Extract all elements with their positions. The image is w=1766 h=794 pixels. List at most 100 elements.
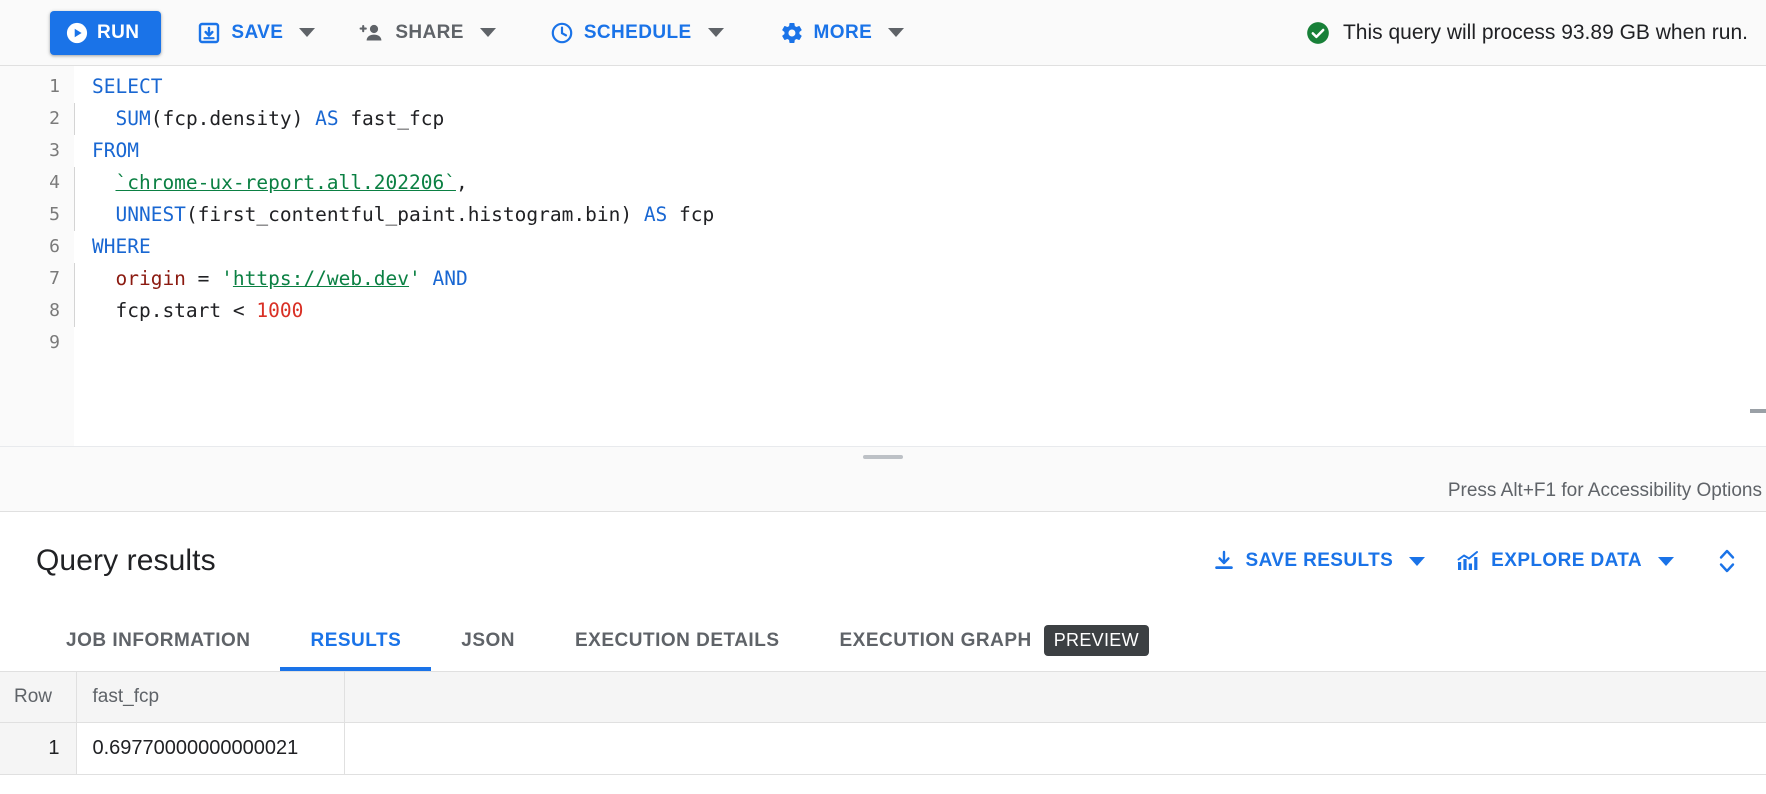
tab-results[interactable]: RESULTS <box>280 610 432 671</box>
tab-label: RESULTS <box>310 629 402 651</box>
sql-token: fast_fcp <box>338 107 445 130</box>
sql-token: UNNEST <box>115 203 186 226</box>
sql-line[interactable]: FROM <box>74 135 1766 167</box>
line-number: 7 <box>49 268 60 289</box>
sql-editor[interactable]: 1 2 3 4 5 6 7 8 9 SELECT SUM(fcp.density) AS fas… <box>0 66 1766 470</box>
sql-line[interactable]: SELECT <box>74 71 1766 103</box>
line-number: 1 <box>49 76 60 97</box>
sql-token: (fcp.density) <box>150 107 316 130</box>
tab-job-information[interactable]: JOB INFORMATION <box>36 610 280 671</box>
accessibility-hint-text: Press Alt+F1 for Accessibility Options <box>1447 479 1762 501</box>
explore-data-button[interactable]: EXPLORE DATA <box>1451 543 1678 579</box>
sql-token: `chrome-ux-report.all.202206` <box>115 171 456 194</box>
line-number-gutter: 1 2 3 4 5 6 7 8 9 <box>0 66 74 470</box>
more-button[interactable]: MORE <box>770 11 915 55</box>
save-button-label: SAVE <box>231 21 284 43</box>
sql-token: https://web.dev <box>232 267 410 290</box>
results-table-head: Row fast_fcp <box>0 672 1766 723</box>
validator-text: This query will process 93.89 GB when ru… <box>1342 20 1748 44</box>
sql-token: SUM <box>115 107 151 130</box>
bigquery-console: RUN SAVE SHARE SCHEDULE MORE This query … <box>0 0 1766 794</box>
more-button-label: MORE <box>813 21 873 43</box>
chevron-down-icon[interactable] <box>479 28 496 37</box>
sql-token: , <box>455 171 468 194</box>
chevron-down-icon[interactable] <box>1409 556 1426 566</box>
sql-token: fcp <box>667 203 715 226</box>
sql-token: = <box>185 267 222 290</box>
check-circle-icon <box>1305 20 1331 46</box>
resize-grip <box>863 455 903 459</box>
results-tabs: JOB INFORMATION RESULTS JSON EXECUTION DETA… <box>0 610 1766 672</box>
sql-line[interactable]: WHERE <box>74 231 1766 263</box>
results-table-body: 1 0.69770000000000021 <box>0 722 1766 775</box>
table-header-row: Row fast_fcp <box>0 672 1766 723</box>
sql-line[interactable]: `chrome-ux-report.all.202206`, <box>74 167 1766 199</box>
sql-token: 1000 <box>256 299 304 322</box>
column-header[interactable] <box>344 672 1766 723</box>
chevron-down-icon[interactable] <box>299 28 316 37</box>
run-button[interactable]: RUN <box>50 10 162 55</box>
query-toolbar: RUN SAVE SHARE SCHEDULE MORE This query … <box>0 0 1766 66</box>
tab-execution-details[interactable]: EXECUTION DETAILS <box>545 610 810 671</box>
save-results-button[interactable]: SAVE RESULTS <box>1208 543 1430 579</box>
tab-label: EXECUTION GRAPH <box>839 629 1032 651</box>
chevron-down-icon[interactable] <box>1658 556 1674 566</box>
sql-token: (first_contentful_paint.histogram.bin) <box>185 203 644 226</box>
sql-line[interactable]: origin = 'https://web.dev' AND <box>74 263 1766 295</box>
play-icon <box>66 22 88 44</box>
sql-token: WHERE <box>92 235 151 258</box>
download-icon <box>1212 549 1236 573</box>
sql-token: FROM <box>92 139 139 162</box>
chart-icon <box>1455 549 1481 573</box>
accessibility-hint-bar: Press Alt+F1 for Accessibility Options <box>0 470 1766 512</box>
explore-data-label: EXPLORE DATA <box>1491 550 1642 571</box>
line-number: 9 <box>49 332 60 353</box>
sql-token: SELECT <box>92 75 163 98</box>
tab-label: JSON <box>461 629 515 651</box>
tab-execution-graph[interactable]: EXECUTION GRAPH PREVIEW <box>810 610 1179 671</box>
save-results-label: SAVE RESULTS <box>1245 550 1394 571</box>
results-header: Query results SAVE RESULTS EXPLORE DATA <box>0 512 1766 610</box>
sql-line[interactable] <box>74 327 1766 359</box>
sql-line[interactable]: SUM(fcp.density) AS fast_fcp <box>74 103 1766 135</box>
chevron-down-icon[interactable] <box>888 28 905 37</box>
schedule-button[interactable]: SCHEDULE <box>540 11 734 55</box>
tab-json[interactable]: JSON <box>431 610 545 671</box>
sql-token: AS <box>643 203 668 226</box>
sql-code-area[interactable]: SELECT SUM(fcp.density) AS fast_fcp FROM … <box>74 66 1766 470</box>
results-actions: SAVE RESULTS EXPLORE DATA <box>1208 540 1753 582</box>
sql-line[interactable]: fcp.start < 1000 <box>74 295 1766 327</box>
preview-badge: PREVIEW <box>1043 625 1149 656</box>
run-button-label: RUN <box>97 21 140 43</box>
editor-resize-handle[interactable] <box>0 446 1766 470</box>
expand-collapse-button[interactable] <box>1700 540 1752 582</box>
query-validator: This query will process 93.89 GB when ru… <box>1305 20 1752 46</box>
editor-scrollbar[interactable] <box>1750 409 1766 413</box>
save-button[interactable]: SAVE <box>187 11 325 55</box>
gear-icon <box>780 21 804 45</box>
line-number: 6 <box>49 236 60 257</box>
schedule-button-label: SCHEDULE <box>583 21 692 43</box>
sql-token: AND <box>432 267 468 290</box>
sql-line[interactable]: UNNEST(first_contentful_paint.histogram.… <box>74 199 1766 231</box>
chevron-down-icon[interactable] <box>707 28 724 37</box>
column-header[interactable]: Row <box>0 672 77 723</box>
column-header[interactable]: fast_fcp <box>76 672 345 723</box>
results-table: Row fast_fcp 1 0.69770000000000021 <box>0 672 1766 775</box>
save-icon <box>197 21 221 45</box>
table-row[interactable]: 1 0.69770000000000021 <box>0 722 1766 775</box>
table-cell <box>344 722 1766 775</box>
sql-token: ' <box>409 267 421 290</box>
row-number-cell: 1 <box>0 722 77 775</box>
sql-token: AS <box>315 107 339 130</box>
share-button[interactable]: SHARE <box>349 11 506 55</box>
sql-token: < <box>232 299 245 322</box>
table-cell: 0.69770000000000021 <box>76 722 345 775</box>
unfold-more-icon <box>1714 544 1740 578</box>
line-number: 5 <box>49 204 60 225</box>
line-number: 2 <box>49 108 60 129</box>
